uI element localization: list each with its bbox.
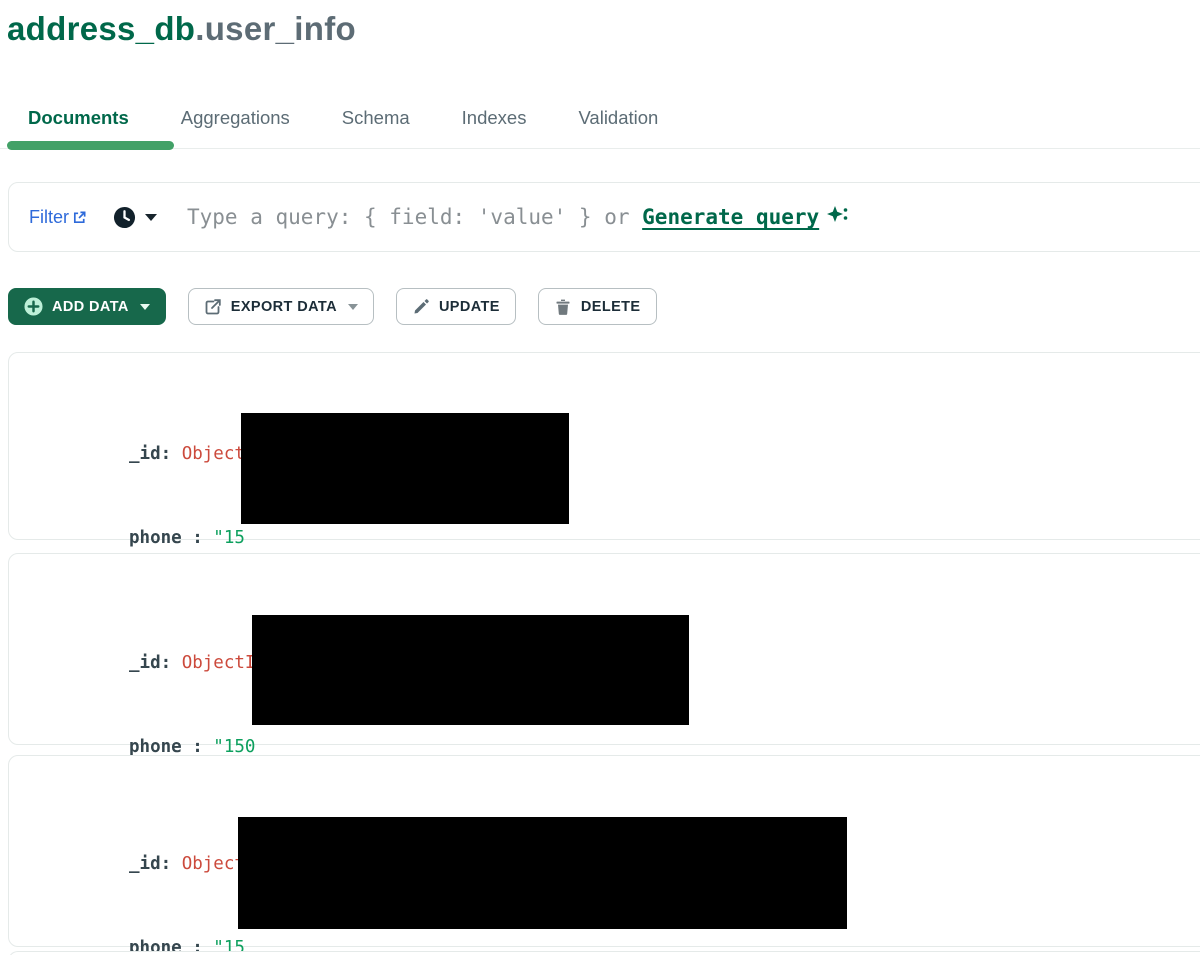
caret-down-icon	[145, 214, 157, 221]
update-button[interactable]: UPDATE	[396, 288, 516, 325]
field-key: _id	[129, 854, 161, 874]
collection-tab-bar: Documents Aggregations Schema Indexes Va…	[0, 100, 1200, 136]
query-filter-bar[interactable]: Filter Type a query: { field: 'value' } …	[8, 182, 1200, 252]
field-value: "15	[213, 528, 245, 548]
caret-down-icon	[348, 304, 358, 310]
query-input[interactable]: Type a query: { field: 'value' } or Gene…	[187, 204, 851, 230]
tab-documents[interactable]: Documents	[28, 107, 129, 129]
redaction-box	[252, 615, 689, 725]
redaction-box	[241, 413, 569, 524]
field-key: phone	[129, 737, 182, 757]
tab-validation[interactable]: Validation	[578, 107, 658, 129]
next-document-card-edge	[8, 951, 1200, 955]
filter-link-label: Filter	[29, 207, 69, 228]
tab-divider	[0, 148, 1200, 149]
database-name: address_db	[7, 10, 195, 47]
pencil-icon	[412, 298, 430, 316]
field-key: _id	[129, 653, 161, 673]
document-card[interactable]: _id: ObjectId('6812319b77297b1efca978cd'…	[8, 755, 1200, 947]
tab-schema[interactable]: Schema	[342, 107, 410, 129]
active-tab-underline	[7, 141, 174, 150]
query-history-dropdown[interactable]	[113, 206, 157, 229]
add-data-label: ADD DATA	[52, 299, 129, 315]
delete-label: DELETE	[581, 299, 641, 315]
caret-down-icon	[140, 304, 150, 310]
query-placeholder-text: Type a query: { field: 'value' } or	[187, 205, 642, 229]
documents-toolbar: ADD DATA EXPORT DATA UPDATE	[8, 288, 657, 325]
export-data-label: EXPORT DATA	[231, 299, 337, 315]
add-data-button[interactable]: ADD DATA	[8, 288, 166, 325]
field-key: _id	[129, 444, 161, 464]
collection-name: user_info	[205, 10, 356, 47]
clock-icon	[113, 206, 136, 229]
redaction-box	[238, 817, 847, 929]
update-label: UPDATE	[439, 299, 500, 315]
field-key: phone	[129, 528, 182, 548]
field-line-phone: phone : "15	[129, 525, 580, 553]
external-link-icon	[72, 210, 87, 225]
sparkle-icon	[825, 204, 851, 230]
document-card[interactable]: _id: ObjectId('6812319b77297b1efca978c3'…	[8, 352, 1200, 540]
export-icon	[204, 298, 222, 316]
filter-link[interactable]: Filter	[29, 207, 87, 228]
delete-button[interactable]: DELETE	[538, 288, 657, 325]
tab-indexes[interactable]: Indexes	[462, 107, 527, 129]
field-value: "150	[213, 737, 255, 757]
export-data-button[interactable]: EXPORT DATA	[188, 288, 374, 325]
trash-icon	[554, 298, 572, 316]
plus-circle-icon	[24, 297, 43, 316]
generate-query-link[interactable]: Generate query	[642, 205, 819, 229]
page-title: address_db.user_info	[7, 10, 356, 48]
title-separator: .	[195, 10, 204, 47]
document-card[interactable]: _id: ObjectId('6812319b77297b1efca978c8'…	[8, 553, 1200, 745]
tab-aggregations[interactable]: Aggregations	[181, 107, 290, 129]
